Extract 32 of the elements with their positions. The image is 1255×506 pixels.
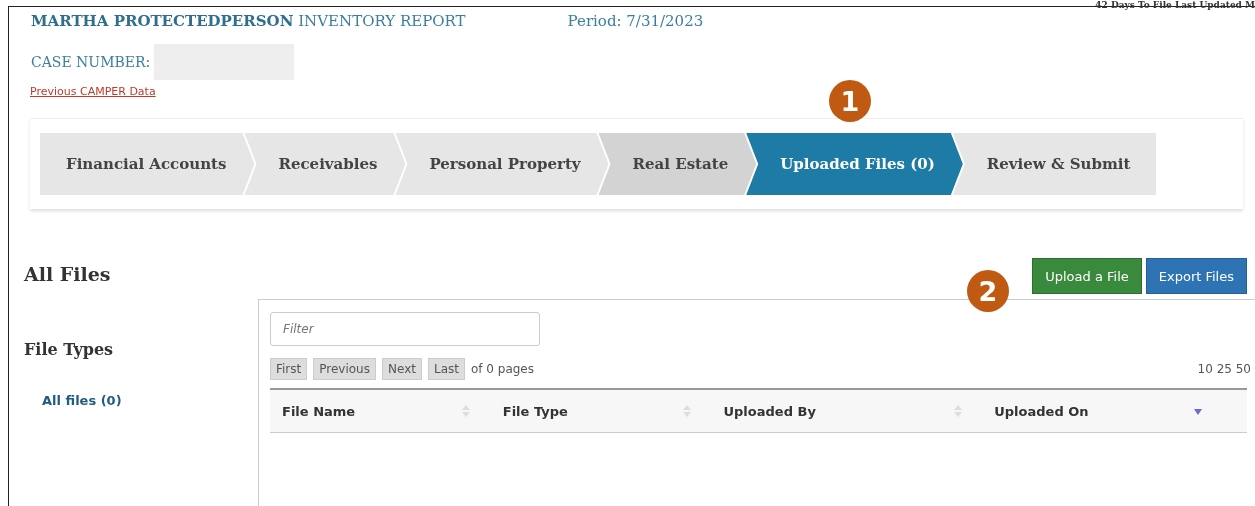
previous-data-link[interactable]: Previous CAMPER Data [30,85,156,98]
sidebar-item[interactable]: All files (0) [42,393,122,408]
callout-badge: 2 [967,270,1009,312]
report-title: INVENTORY REPORT [298,12,466,30]
pager-button[interactable]: Last [427,358,465,380]
column-header[interactable]: File Type [502,403,683,419]
sort-icon[interactable] [462,405,470,417]
step-tab[interactable]: Review & Submit [952,133,1157,195]
sort-icon[interactable] [953,405,962,417]
pager-button[interactable]: Previous [313,358,376,380]
upload-button[interactable]: Upload a File [1032,258,1142,294]
step-tab[interactable]: Uploaded Files (0) [746,133,963,195]
step-tab[interactable]: Personal Property [395,133,609,195]
step-tab[interactable]: Receivables [244,133,406,195]
column-header[interactable]: Uploaded By [723,403,954,419]
step-tab[interactable]: Real Estate [598,133,757,195]
period-text: Period: 7/31/2023 [567,12,704,30]
column-header[interactable]: File Name [282,403,462,419]
column-header[interactable]: Uploaded On [994,403,1195,419]
section-title: All Files [24,263,112,287]
person-name: MARTHA PROTECTEDPERSON [31,12,294,30]
page-size-links[interactable]: 10 25 50 [1197,362,1251,376]
pager-button[interactable]: First [270,358,308,380]
sidebar-title: File Types [24,340,115,359]
pager-button[interactable]: Next [382,358,422,380]
sort-icon[interactable] [682,405,691,417]
export-button[interactable]: Export Files [1145,258,1247,294]
filter-field[interactable]: Filter [270,312,540,346]
case-number-label: CASE NUMBER: [31,54,151,70]
pages-text: of 0 pages [470,362,534,376]
callout-badge: 1 [829,80,871,122]
step-tab[interactable]: Financial Accounts [40,133,255,195]
